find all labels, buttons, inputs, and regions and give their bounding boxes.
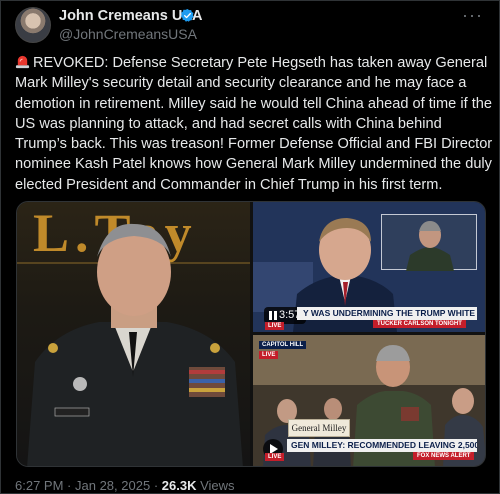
tucker-carlson-video[interactable]: 3:57 Y WAS UNDERMINING THE TRUMP WHITE H… — [253, 202, 485, 332]
live-bug: LIVE — [265, 322, 285, 330]
capitol-hill-hearing-video[interactable]: CAPITOL HILL LIVE General Milley GEN MIL… — [253, 335, 485, 466]
views-label: Views — [200, 478, 235, 493]
hearing-chyron: GEN MILLEY: RECOMMENDED LEAVING 2,500 TR… — [287, 439, 477, 452]
post-body: REVOKED: Defense Secretary Pete Hegseth … — [15, 55, 493, 193]
video-chyron: Y WAS UNDERMINING THE TRUMP WHITE HOUSE — [297, 307, 477, 320]
media-grid[interactable]: L.Tay — [16, 201, 486, 467]
view-count: 26.3K — [161, 478, 197, 493]
pause-icon[interactable] — [269, 311, 272, 320]
post-time[interactable]: 6:27 PM — [15, 478, 63, 493]
video-chyron-sub: TUCKER CARLSON TONIGHT — [373, 320, 466, 328]
general-figure — [17, 223, 250, 466]
hearing-chyron-sub: FOX NEWS ALERT — [413, 452, 475, 460]
pause-icon-bar — [274, 311, 277, 320]
general-milley-nameplate: General Milley — [288, 419, 350, 437]
meta-separator: · — [153, 478, 162, 493]
hearing-live-bug: LIVE — [265, 453, 285, 461]
general-portrait-photo[interactable]: L.Tay — [17, 202, 250, 466]
more-options-icon[interactable]: ··· — [462, 5, 483, 26]
post-date[interactable]: Jan 28, 2025 — [75, 478, 150, 493]
author-handle[interactable]: @JohnCremeansUSA — [59, 26, 197, 42]
author-avatar[interactable] — [15, 7, 51, 43]
inset-figure — [406, 221, 454, 271]
meta-separator: · — [67, 478, 75, 493]
post-meta: 6:27 PM · Jan 28, 2025 · 26.3K Views — [15, 478, 235, 493]
capitol-hill-tag: CAPITOL HILL — [259, 341, 307, 349]
post-text: REVOKED: Defense Secretary Pete Hegseth … — [15, 53, 493, 195]
capitol-hill-live-tag: LIVE — [259, 351, 279, 359]
post-card: John Cremeans USA @JohnCremeansUSA ··· R… — [0, 0, 500, 494]
inset-general-photo — [381, 214, 477, 271]
police-siren-emoji — [15, 55, 30, 69]
verified-badge-icon — [180, 8, 194, 22]
